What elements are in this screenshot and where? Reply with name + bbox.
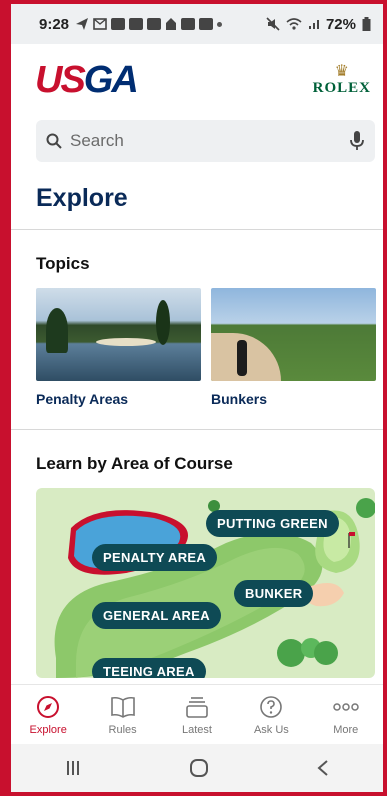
logo-us: US bbox=[35, 58, 86, 101]
bunker-image bbox=[211, 288, 376, 381]
home-notification-icon bbox=[166, 18, 177, 30]
app-notification-icon bbox=[111, 18, 126, 30]
tab-label: Explore bbox=[29, 723, 67, 736]
topic-card-bunkers[interactable]: Bunkers bbox=[211, 288, 376, 407]
tab-label: Rules bbox=[108, 723, 137, 736]
video-notification-icon bbox=[199, 18, 214, 30]
wifi-icon bbox=[286, 18, 302, 30]
teeing-area-label[interactable]: TEEING AREA bbox=[92, 658, 206, 678]
mail-icon bbox=[93, 18, 107, 30]
video-notification-icon bbox=[181, 18, 196, 30]
search-bar[interactable] bbox=[36, 120, 375, 162]
topics-carousel[interactable]: Penalty Areas Bunkers bbox=[36, 288, 383, 407]
home-button-icon[interactable] bbox=[189, 758, 209, 778]
learn-area-heading: Learn by Area of Course bbox=[36, 454, 233, 473]
app-header: USGA ♛ ROLEX bbox=[11, 44, 383, 116]
question-icon bbox=[260, 695, 283, 718]
search-icon bbox=[46, 133, 62, 149]
bunker-label[interactable]: BUNKER bbox=[234, 580, 314, 607]
divider bbox=[11, 429, 383, 430]
app-screen: USGA ♛ ROLEX Explore Topics Penalty Area… bbox=[11, 44, 383, 684]
app-notification-icon bbox=[147, 18, 162, 30]
notification-icons bbox=[75, 17, 266, 31]
general-area-label[interactable]: GENERAL AREA bbox=[92, 602, 221, 629]
recent-apps-icon[interactable] bbox=[64, 759, 82, 777]
more-icon bbox=[333, 702, 359, 711]
topic-label: Bunkers bbox=[211, 391, 268, 407]
bottom-tab-bar: Explore Rules Latest Ask Us More bbox=[11, 684, 383, 744]
crown-icon: ♛ bbox=[334, 62, 349, 80]
status-bar: 9:28 72% bbox=[11, 4, 383, 44]
signal-icon bbox=[308, 20, 319, 29]
usga-logo[interactable]: USGA bbox=[35, 58, 139, 102]
logo-ga: GA bbox=[83, 58, 139, 101]
back-icon[interactable] bbox=[316, 759, 330, 777]
search-input[interactable] bbox=[70, 131, 349, 151]
rolex-wordmark: ROLEX bbox=[312, 79, 371, 96]
system-nav-bar bbox=[11, 744, 383, 792]
topics-heading: Topics bbox=[36, 254, 90, 273]
microphone-icon[interactable] bbox=[349, 130, 365, 152]
tab-latest[interactable]: Latest bbox=[162, 694, 232, 736]
tab-explore[interactable]: Explore bbox=[13, 694, 83, 736]
dot-icon bbox=[217, 21, 223, 27]
penalty-area-label[interactable]: PENALTY AREA bbox=[92, 544, 218, 571]
tab-label: More bbox=[333, 723, 359, 736]
tab-rules[interactable]: Rules bbox=[88, 694, 158, 736]
send-icon bbox=[76, 18, 89, 30]
status-right: 72% bbox=[266, 16, 371, 33]
stack-icon bbox=[186, 696, 208, 718]
putting-green-label[interactable]: PUTTING GREEN bbox=[206, 510, 339, 537]
battery-percent: 72% bbox=[325, 15, 356, 33]
course-map[interactable]: PUTTING GREEN PENALTY AREA BUNKER GENERA… bbox=[36, 488, 375, 678]
rolex-logo[interactable]: ♛ ROLEX bbox=[312, 62, 371, 97]
compass-icon bbox=[37, 695, 60, 718]
page-title: Explore bbox=[36, 184, 128, 212]
status-time: 9:28 bbox=[39, 15, 70, 33]
divider bbox=[11, 229, 383, 230]
mute-icon bbox=[266, 17, 280, 31]
tab-ask-us[interactable]: Ask Us bbox=[236, 694, 306, 736]
app-notification-icon bbox=[129, 18, 144, 30]
tab-more[interactable]: More bbox=[311, 694, 381, 736]
book-icon bbox=[110, 696, 135, 718]
topic-card-penalty-areas[interactable]: Penalty Areas bbox=[36, 288, 201, 407]
tab-label: Latest bbox=[181, 723, 212, 736]
topic-label: Penalty Areas bbox=[36, 391, 129, 407]
battery-icon bbox=[362, 17, 371, 31]
tab-label: Ask Us bbox=[253, 723, 289, 736]
penalty-area-image bbox=[36, 288, 201, 381]
